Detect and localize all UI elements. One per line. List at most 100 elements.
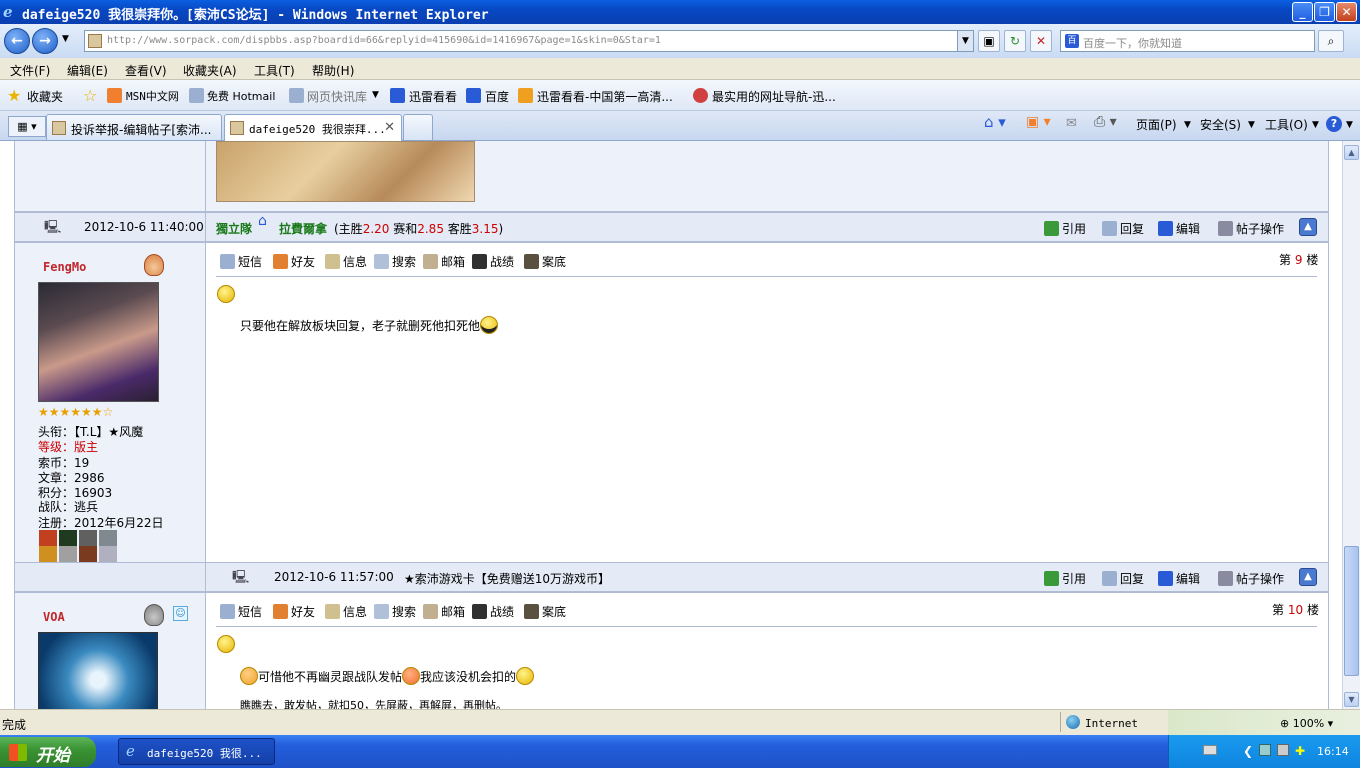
baidu-icon [466,88,481,103]
site-favicon-icon [230,121,244,135]
quote-button[interactable]: 引用 [1044,570,1086,587]
action-record[interactable]: 战绩 [472,253,514,270]
action-mail[interactable]: 邮箱 [423,253,465,270]
tab-current[interactable]: dafeige520 我很崇拜... ✕ [224,114,402,141]
search-icon [374,254,389,269]
post-manage-button[interactable]: 帖子操作 [1218,570,1284,587]
action-info[interactable]: 信息 [325,253,367,270]
page-menu[interactable]: 页面(P) [1136,116,1177,133]
safety-menu[interactable]: 安全(S) [1200,116,1241,133]
keyboard-icon[interactable] [1203,745,1217,755]
help-icon[interactable]: ? [1326,116,1342,132]
fav-xunlei[interactable]: 迅雷看看 [409,88,457,105]
scrollbar-thumb[interactable] [1344,546,1359,676]
action-case[interactable]: 案底 [524,253,566,270]
status-text: 完成 [2,718,27,732]
chevron-down-icon[interactable]: ▼ [1248,120,1255,130]
action-mail[interactable]: 邮箱 [423,603,465,620]
close-tab-icon[interactable]: ✕ [384,120,395,135]
fav-xunlei-hd[interactable]: 迅雷看看-中国第一高清... [537,88,673,105]
start-button[interactable]: 开始 [0,737,96,767]
stop-icon[interactable]: ✕ [1030,30,1052,52]
internet-zone-icon [1066,715,1080,729]
chevron-down-icon[interactable]: ▼ [372,90,379,100]
username[interactable]: FengMo [43,260,86,274]
menu-edit[interactable]: 编辑(E) [67,62,108,79]
network-icon[interactable] [1259,744,1271,756]
scroll-top-icon[interactable]: ▲ [1299,568,1317,586]
scroll-top-icon[interactable]: ▲ [1299,218,1317,236]
back-button[interactable]: ← [4,28,30,54]
minimize-button[interactable]: _ [1292,2,1313,22]
search-box[interactable]: 百 百度一下，你就知道 [1060,30,1315,52]
chevron-down-icon[interactable]: ▼ [1346,120,1353,130]
close-button[interactable]: ✕ [1336,2,1357,22]
home-icon[interactable]: ⌂ ▾ [984,113,1006,131]
search-go-icon[interactable]: ⌕ [1318,30,1344,52]
compatibility-icon[interactable]: ▣ [978,30,1000,52]
action-search[interactable]: 搜索 [374,253,416,270]
history-dropdown-icon[interactable]: ▼ [62,34,69,44]
search-placeholder: 百度一下，你就知道 [1083,37,1182,50]
feed-icon[interactable]: ▣ ▾ [1026,114,1051,130]
reply-button[interactable]: 回复 [1102,220,1144,237]
vertical-scrollbar[interactable]: ▲ ▼ [1342,141,1360,709]
taskbar-task-ie[interactable]: e dafeige520 我很... [118,738,275,765]
reply-button[interactable]: 回复 [1102,570,1144,587]
action-message[interactable]: 短信 [220,253,262,270]
signature-team: 獨立隊 [216,222,253,236]
quote-icon [1044,221,1059,236]
new-tab-button[interactable] [403,114,433,140]
clock: 16:14 [1317,745,1349,758]
title-bar: e dafeige520 我很崇拜你。[索沛CS论坛] - Windows In… [0,0,1360,24]
fav-hotmail[interactable]: 免费 Hotmail [207,88,275,104]
menu-tools[interactable]: 工具(T) [254,62,295,79]
menu-help[interactable]: 帮助(H) [312,62,354,79]
menu-file[interactable]: 文件(F) [10,62,50,79]
chevron-down-icon[interactable]: ▼ [1184,120,1191,130]
scroll-up-icon[interactable]: ▲ [1344,145,1359,160]
username[interactable]: VOA [43,610,65,624]
quote-button[interactable]: 引用 [1044,220,1086,237]
computer-icon: 🖳 [232,570,250,585]
fav-baidu[interactable]: 百度 [485,88,509,105]
action-info[interactable]: 信息 [325,603,367,620]
tools-menu[interactable]: 工具(O) [1265,116,1308,133]
signature-link[interactable]: ★索沛游戏卡【免费赠送10万游戏币】 [404,570,610,587]
menu-favorites[interactable]: 收藏夹(A) [183,62,237,79]
fav-msn[interactable]: MSN中文网 [126,88,179,104]
volume-icon[interactable] [1277,744,1289,756]
action-friend[interactable]: 好友 [273,253,315,270]
ie-logo-icon: e [3,3,13,21]
refresh-icon[interactable]: ↻ [1004,30,1026,52]
chevron-down-icon[interactable]: ▼ [1312,120,1319,130]
tray-expand-icon[interactable]: ❮ [1243,744,1253,758]
tray-app-icon[interactable]: ✚ [1295,744,1305,758]
computer-icon: 🖳 [44,220,62,235]
edit-button[interactable]: 编辑 [1158,570,1200,587]
scroll-down-icon[interactable]: ▼ [1344,692,1359,707]
maximize-button[interactable]: ❐ [1314,2,1335,22]
address-bar[interactable]: http://www.sorpack.com/dispbbs.asp?board… [84,30,974,52]
post-manage-button[interactable]: 帖子操作 [1218,220,1284,237]
fav-webslice[interactable]: 网页快讯库 [307,88,367,105]
action-case[interactable]: 案底 [524,603,566,620]
fav-nav-site[interactable]: 最实用的网址导航-迅... [712,88,836,105]
action-search[interactable]: 搜索 [374,603,416,620]
favorites-button[interactable]: 收藏夹 [27,88,63,105]
print-icon[interactable]: ⎙ ▾ [1094,114,1117,130]
menu-view[interactable]: 查看(V) [125,62,167,79]
address-dropdown-icon[interactable]: ▼ [957,31,973,51]
quick-tabs-icon[interactable]: ▦ ▾ [8,116,46,137]
action-record[interactable]: 战绩 [472,603,514,620]
zoom-level[interactable]: ⊕ 100% ▾ [1280,717,1333,730]
mail-icon[interactable]: ✉ [1066,116,1077,131]
action-friend[interactable]: 好友 [273,603,315,620]
tab-complaint[interactable]: 投诉举报-编辑帖子[索沛... [46,114,222,140]
action-message[interactable]: 短信 [220,603,262,620]
add-favorite-icon[interactable]: ☆ [83,86,97,105]
forward-button[interactable]: → [32,28,58,54]
edit-button[interactable]: 编辑 [1158,220,1200,237]
column-divider [205,212,206,242]
friends-icon [273,604,288,619]
